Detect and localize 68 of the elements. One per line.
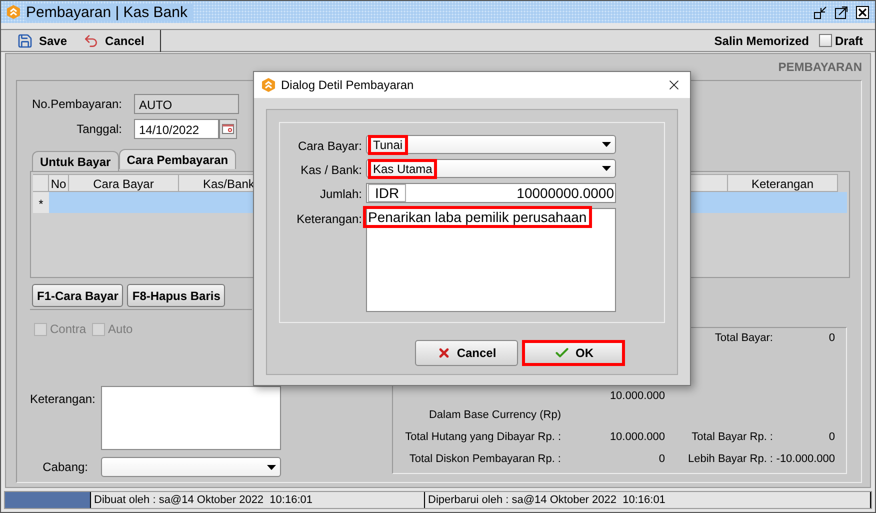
- header-corner: [33, 174, 49, 192]
- field-label: Cara Bayar:: [296, 138, 362, 154]
- amount-value: 10000000.0000: [516, 185, 614, 201]
- form-type-label: PEMBAYARAN: [778, 60, 862, 74]
- branch-select[interactable]: [101, 457, 281, 477]
- summary-label: Total Hutang yang Dibayar Rp. :: [404, 431, 561, 443]
- close-icon[interactable]: [856, 6, 869, 18]
- table-action-button[interactable]: F8-Hapus Baris: [127, 284, 226, 307]
- notes-text: Penarikan laba pemilik perusahaan: [363, 206, 592, 228]
- summary-value: 0: [828, 431, 835, 443]
- close-icon: [436, 346, 451, 360]
- notes-field[interactable]: [101, 386, 281, 450]
- undo-icon: [83, 32, 100, 48]
- column-header: No: [49, 174, 69, 192]
- date-field[interactable]: 14/10/2022: [134, 118, 219, 138]
- tab[interactable]: Untuk Bayar: [32, 151, 119, 171]
- checkbox-label: Contra: [50, 322, 86, 336]
- summary-value: 10.000.000: [608, 431, 665, 443]
- amount-field[interactable]: IDR 10000000.0000: [366, 183, 616, 203]
- currency-label: IDR: [368, 184, 406, 202]
- created-by-text: Dibuat oleh : sa@14 Oktober 2022 10:16:01: [91, 492, 425, 508]
- field-label: Keterangan:: [30, 391, 96, 408]
- summary-value: -10.000.000: [775, 453, 835, 465]
- restore-icon[interactable]: [814, 6, 827, 18]
- field-label: Keterangan:: [296, 211, 362, 228]
- dropdown-field[interactable]: Tunai: [366, 135, 616, 154]
- ok-button[interactable]: OK: [522, 340, 625, 366]
- save-icon: [17, 32, 33, 48]
- maximize-icon[interactable]: [835, 6, 848, 18]
- dropdown-field[interactable]: Kas Utama: [366, 159, 616, 178]
- window-title: Pembayaran | Kas Bank: [26, 4, 194, 20]
- dialog-title: Dialog Detil Pembayaran: [281, 78, 414, 92]
- draft-checkbox[interactable]: [818, 34, 832, 47]
- field-label: No.Pembayaran:: [30, 96, 123, 110]
- logo-icon: [262, 78, 275, 92]
- summary-heading: Dalam Base Currency (Rp): [428, 409, 561, 421]
- calendar-icon: [222, 124, 234, 134]
- summary-label: Total Diskon Pembayaran Rp. :: [408, 453, 561, 465]
- row-marker: *: [33, 192, 49, 213]
- selected-value: Kas Utama: [368, 158, 438, 178]
- field-label: Tanggal:: [76, 122, 123, 136]
- caret-icon: [267, 464, 276, 470]
- cancel-button[interactable]: Cancel: [415, 340, 518, 366]
- summary-value: 10.000.000: [608, 390, 665, 402]
- logo-icon: [7, 5, 20, 19]
- summary-label: Lebih Bayar Rp. :: [687, 453, 773, 465]
- field-label: Cabang:: [42, 460, 89, 474]
- number-field[interactable]: AUTO: [134, 94, 239, 114]
- summary-value: 0: [828, 332, 835, 344]
- tab[interactable]: Cara Pembayaran: [118, 149, 236, 169]
- caret-icon: [602, 142, 611, 147]
- column-header: Keterangan: [728, 174, 838, 192]
- draft-label: Draft: [834, 34, 863, 48]
- calendar-button[interactable]: [219, 118, 237, 138]
- cancel-button[interactable]: Cancel: [79, 30, 156, 50]
- field-label: Jumlah:: [318, 186, 362, 203]
- notes-field[interactable]: Penarikan laba pemilik perusahaan: [366, 208, 616, 312]
- selected-value: Tunai: [368, 134, 408, 154]
- summary-value: 0: [658, 453, 665, 465]
- save-button[interactable]: Save: [13, 30, 80, 50]
- field-label: Kas / Bank:: [300, 162, 362, 178]
- summary-label: Total Bayar:: [714, 332, 773, 344]
- salin-memorized-label[interactable]: Salin Memorized: [714, 34, 809, 48]
- table-action-button[interactable]: F1-Cara Bayar: [32, 284, 124, 307]
- summary-label: Total Bayar Rp. :: [690, 431, 773, 443]
- updated-by-text: Diperbarui oleh : sa@14 Oktober 2022 10:16:01: [425, 492, 871, 508]
- checkbox-label: Auto: [108, 322, 133, 336]
- column-header: Cara Bayar: [69, 174, 179, 192]
